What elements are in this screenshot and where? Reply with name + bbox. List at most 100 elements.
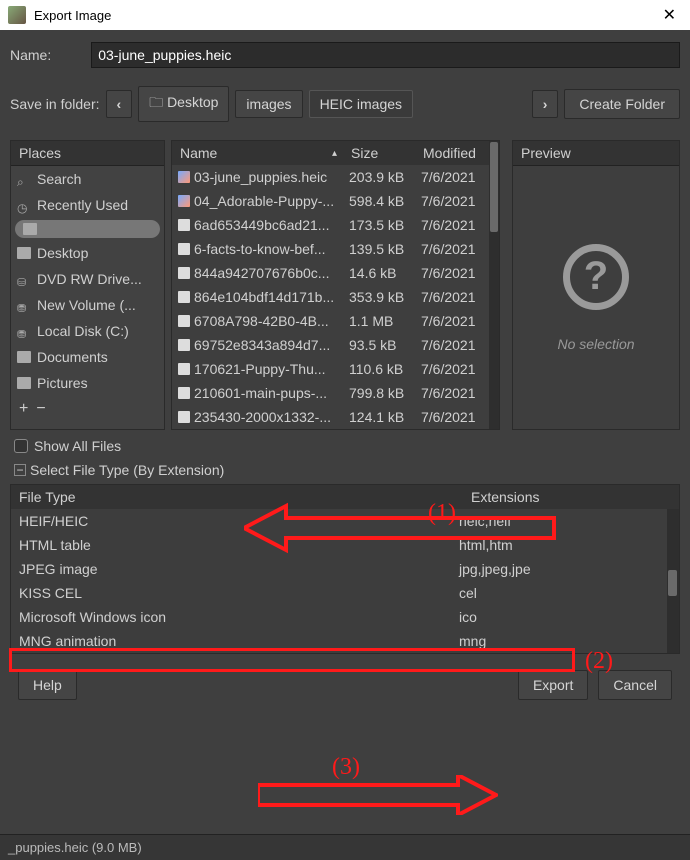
place-item[interactable]: Search [11,166,164,192]
place-item[interactable] [15,220,160,238]
files-scrollbar[interactable] [489,141,499,429]
drive-icon [17,325,31,337]
col-filetype[interactable]: File Type [19,489,471,505]
file-icon [178,267,190,279]
file-name: 170621-Puppy-Thu... [194,361,326,377]
type-row[interactable]: Microsoft Windows iconico [11,605,667,629]
breadcrumb-images[interactable]: images [235,90,302,118]
annotation-3: (3) [332,754,360,781]
close-icon[interactable]: ✕ [657,5,682,25]
place-item[interactable]: DVD RW Drive... [11,266,164,292]
file-row[interactable]: 210601-main-pups-...799.8 kB7/6/2021 [172,381,489,405]
file-row[interactable]: 6ad653449bc6ad21... 173.5 kB7/6/2021 [172,213,489,237]
select-type-label: Select File Type (By Extension) [30,462,224,478]
types-scrollbar[interactable] [667,509,679,653]
file-size: 93.5 kB [345,337,417,353]
add-place-icon[interactable]: + [19,400,28,418]
file-icon [178,315,190,327]
file-row[interactable]: 235430-2000x1332-...124.1 kB7/6/2021 [172,405,489,429]
file-name: 6ad653449bc6ad21... [194,217,329,233]
sort-asc-icon: ▴ [332,148,337,159]
scrollbar-thumb[interactable] [490,142,498,232]
file-row[interactable]: 6708A798-42B0-4B...1.1 MB7/6/2021 [172,309,489,333]
scrollbar-thumb[interactable] [668,570,677,596]
place-item[interactable]: Local Disk (C:) [11,318,164,344]
file-row[interactable]: 844a942707676b0c... 14.6 kB7/6/2021 [172,261,489,285]
type-row[interactable]: HEIF/HEICheic,heif [11,509,667,533]
type-row[interactable]: KISS CELcel [11,581,667,605]
file-name: 844a942707676b0c... [194,265,329,281]
clock-icon [17,199,31,211]
file-size: 353.9 kB [345,289,417,305]
name-label: Name: [10,47,51,63]
preview-panel: Preview ? No selection [512,140,680,430]
file-size: 124.1 kB [345,409,417,425]
file-size: 173.5 kB [345,217,417,233]
place-label: Recently Used [37,197,128,213]
file-name: 864e104bdf14d171b... [194,289,334,305]
select-type-expander[interactable]: − Select File Type (By Extension) [10,458,680,484]
file-icon [178,291,190,303]
file-row[interactable]: 04_Adorable-Puppy-...598.4 kB7/6/2021 [172,189,489,213]
type-row[interactable]: JPEG imagejpg,jpeg,jpe [11,557,667,581]
question-icon: ? [563,244,629,310]
file-size: 14.6 kB [345,265,417,281]
file-row[interactable]: 03-june_puppies.heic203.9 kB7/6/2021 [172,165,489,189]
place-label: Pictures [37,375,88,391]
type-name: HTML table [19,537,459,553]
breadcrumb-heic[interactable]: HEIC images [309,90,413,118]
breadcrumb-desktop[interactable]: 🗀 Desktop [138,86,229,122]
file-icon [178,363,190,375]
file-modified: 7/6/2021 [417,241,489,257]
place-item[interactable]: Recently Used [11,192,164,218]
place-item[interactable]: Documents [11,344,164,370]
file-icon [178,195,190,207]
type-row[interactable]: MNG animationmng [11,629,667,653]
places-header[interactable]: Places [11,141,164,166]
col-extensions[interactable]: Extensions [471,489,671,505]
nav-back-button[interactable]: ‹ [106,90,133,118]
nav-forward-button[interactable]: › [532,90,559,118]
place-item[interactable]: New Volume (... [11,292,164,318]
place-label: DVD RW Drive... [37,271,142,287]
create-folder-button[interactable]: Create Folder [564,89,680,119]
file-row[interactable]: 864e104bdf14d171b...353.9 kB7/6/2021 [172,285,489,309]
type-name: Microsoft Windows icon [19,609,459,625]
col-modified[interactable]: Modified [417,141,489,165]
file-modified: 7/6/2021 [417,169,489,185]
statusbar: _puppies.heic (9.0 MB) [0,834,690,860]
type-ext: heic,heif [459,513,659,529]
place-item[interactable]: Desktop [11,240,164,266]
type-name: JPEG image [19,561,459,577]
type-row[interactable]: HTML tablehtml,htm [11,533,667,557]
cancel-button[interactable]: Cancel [598,670,672,700]
file-icon [178,387,190,399]
no-selection-text: No selection [557,336,634,352]
filename-input[interactable] [91,42,680,68]
col-name[interactable]: Name ▴ [172,141,345,165]
file-icon [178,411,190,423]
folder-icon [17,351,31,363]
files-panel: Name ▴ Size Modified 03-june_puppies.hei… [171,140,500,430]
file-row[interactable]: 6-facts-to-know-bef...139.5 kB7/6/2021 [172,237,489,261]
export-button[interactable]: Export [518,670,588,700]
file-modified: 7/6/2021 [417,265,489,281]
window-title: Export Image [34,8,657,23]
place-item[interactable]: Pictures [11,370,164,396]
help-button[interactable]: Help [18,670,77,700]
file-icon [178,219,190,231]
file-row[interactable]: 69752e8343a894d7...93.5 kB7/6/2021 [172,333,489,357]
remove-place-icon[interactable]: − [36,400,45,418]
file-icon [178,243,190,255]
file-modified: 7/6/2021 [417,217,489,233]
place-label: Desktop [37,245,88,261]
file-name: 6708A798-42B0-4B... [194,313,329,329]
place-label: New Volume (... [37,297,136,313]
show-all-checkbox[interactable] [14,439,28,453]
type-ext: mng [459,633,659,649]
col-size[interactable]: Size [345,141,417,165]
file-size: 139.5 kB [345,241,417,257]
file-row[interactable]: 170621-Puppy-Thu...110.6 kB7/6/2021 [172,357,489,381]
chevron-left-icon: ‹ [117,96,122,112]
file-icon [178,339,190,351]
